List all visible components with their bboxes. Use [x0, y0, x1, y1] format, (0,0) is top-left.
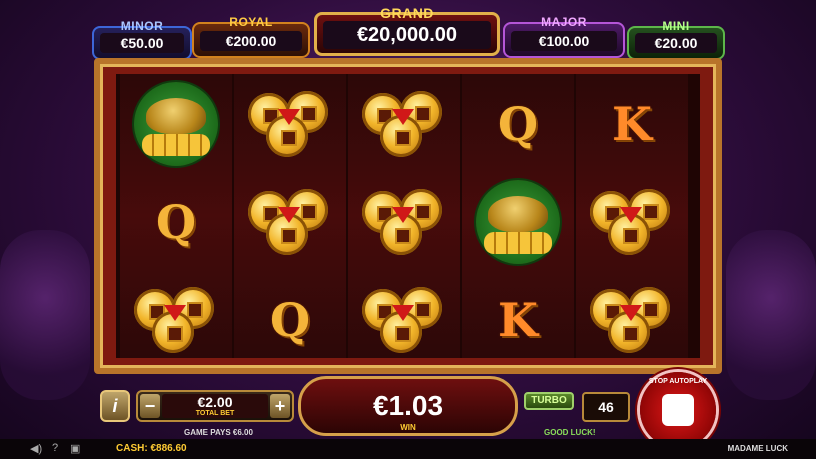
symbol-letter: Q: [155, 195, 197, 249]
symbol-k: K: [462, 272, 574, 368]
jackpot-grand-value: €20,000.00: [323, 21, 491, 49]
game-pays-text: GAME PAYS €6.00: [184, 428, 253, 437]
reel-5: K: [576, 74, 688, 358]
jackpot-major-value: €100.00: [511, 31, 617, 51]
status-bar: ◀) ? ▣ CASH: €886.60 MADAME LUCK: [0, 439, 816, 459]
reel-4: QK: [462, 74, 574, 358]
reel-3: [348, 74, 460, 358]
jackpot-royal: ROYAL €200.00: [192, 15, 310, 58]
autoplay-count: 46: [582, 392, 630, 422]
symbol-letter: Q: [269, 293, 311, 347]
sound-icon[interactable]: ◀): [30, 442, 42, 455]
symbol-coins: [576, 174, 688, 270]
game-name: MADAME LUCK: [727, 444, 788, 453]
symbol-q: Q: [462, 76, 574, 172]
total-bet-label: TOTAL BET: [195, 410, 235, 417]
money-toad-icon: [476, 180, 560, 264]
stop-autoplay-label: STOP AUTOPLAY: [648, 378, 708, 385]
reel-frame: QQQKK: [94, 58, 722, 374]
coins-icon: [248, 89, 332, 159]
stop-icon: [662, 394, 694, 426]
good-luck-text: GOOD LUCK!: [544, 428, 596, 437]
symbol-coins: [348, 76, 460, 172]
jackpot-royal-title: ROYAL: [229, 15, 273, 29]
stop-autoplay-button[interactable]: STOP AUTOPLAY: [640, 372, 716, 448]
coins-icon: [248, 187, 332, 257]
jackpot-major: MAJOR €100.00: [503, 15, 625, 58]
symbol-coins: [234, 174, 346, 270]
cash-value: €886.60: [150, 443, 187, 454]
symbol-q: Q: [120, 174, 232, 270]
symbol-coins: [234, 76, 346, 172]
info-button[interactable]: i: [100, 390, 130, 422]
reel-1: Q: [120, 74, 232, 358]
win-label: WIN: [400, 423, 416, 432]
symbol-coins: [120, 272, 232, 368]
symbol-money-toad: [120, 76, 232, 172]
reel-area: QQQKK: [116, 74, 700, 358]
coins-icon: [362, 285, 446, 355]
cash-label: CASH:: [116, 443, 148, 454]
symbol-money-toad: [462, 174, 574, 270]
jackpot-mini: MINI €20.00: [627, 19, 725, 60]
coins-icon: [362, 187, 446, 257]
reel-2: Q: [234, 74, 346, 358]
coins-icon: [590, 285, 674, 355]
jackpot-major-title: MAJOR: [541, 15, 587, 29]
symbol-coins: [576, 272, 688, 368]
win-panel: €1.03 WIN: [298, 376, 518, 436]
jackpot-grand-title: GRAND: [380, 5, 434, 21]
symbol-k: K: [576, 76, 688, 172]
symbol-letter: K: [612, 97, 652, 151]
history-icon[interactable]: ▣: [70, 442, 80, 455]
coins-icon: [590, 187, 674, 257]
jackpot-grand: GRAND €20,000.00: [314, 5, 500, 56]
cash-display: CASH: €886.60: [116, 443, 187, 454]
symbol-coins: [348, 174, 460, 270]
right-guardian-decoration: [726, 230, 816, 400]
bet-decrease-button[interactable]: −: [140, 394, 160, 418]
turbo-button[interactable]: TURBO: [524, 392, 574, 410]
total-bet-display: €2.00 TOTAL BET: [162, 394, 268, 418]
win-value: €1.03: [372, 390, 444, 421]
jackpot-minor-title: MINOR: [120, 19, 164, 33]
left-guardian-decoration: [0, 230, 90, 400]
symbol-coins: [348, 272, 460, 368]
symbol-letter: K: [498, 293, 538, 347]
total-bet-value: €2.00: [197, 394, 233, 410]
coins-icon: [362, 89, 446, 159]
coins-icon: [134, 285, 218, 355]
jackpot-minor-value: €50.00: [100, 33, 184, 53]
jackpot-mini-title: MINI: [662, 19, 690, 33]
money-toad-icon: [134, 82, 218, 166]
jackpot-minor: MINOR €50.00: [92, 19, 192, 60]
jackpot-mini-value: €20.00: [635, 33, 717, 53]
symbol-q: Q: [234, 272, 346, 368]
symbol-letter: Q: [497, 97, 539, 151]
bet-increase-button[interactable]: +: [270, 394, 290, 418]
jackpot-royal-value: €200.00: [200, 31, 302, 51]
help-icon[interactable]: ?: [52, 442, 58, 454]
bet-panel: − €2.00 TOTAL BET +: [136, 390, 294, 422]
